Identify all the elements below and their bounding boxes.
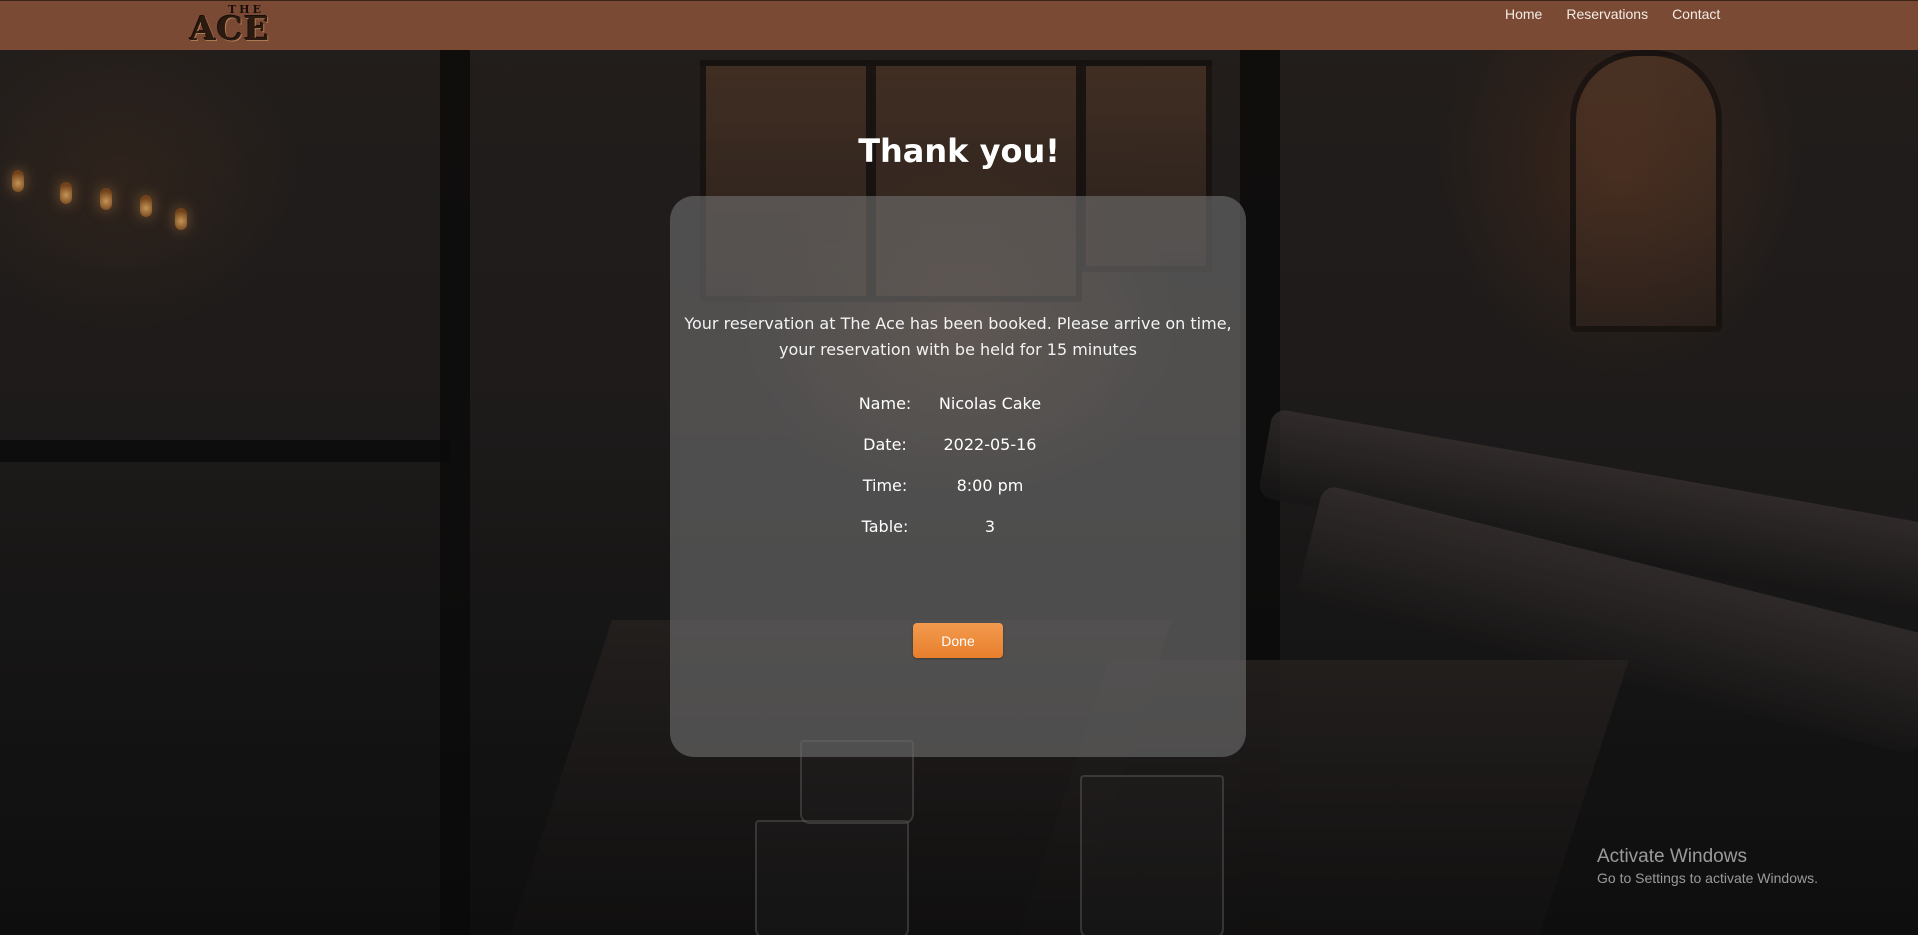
detail-row-date: Date: 2022-05-16 — [845, 435, 1055, 476]
nav-link-reservations[interactable]: Reservations — [1566, 6, 1648, 22]
activate-windows-title: Activate Windows — [1597, 846, 1747, 867]
nav-link-contact[interactable]: Contact — [1672, 6, 1720, 22]
navbar: THE ACE Home Reservations Contact — [0, 0, 1918, 50]
detail-label: Time: — [862, 476, 908, 495]
detail-label: Date: — [863, 435, 907, 454]
the-ace-logo[interactable]: THE ACE — [190, 1, 320, 49]
message-line-2: your reservation with be held for 15 min… — [779, 340, 1137, 359]
detail-row-name: Name: Nicolas Cake — [845, 394, 1055, 435]
detail-value-date: 2022-05-16 — [943, 435, 1037, 454]
detail-value-table: 3 — [984, 517, 996, 536]
page-title: Thank you! — [858, 132, 1060, 170]
reservation-details: Name: Nicolas Cake Date: 2022-05-16 Time… — [845, 394, 1055, 558]
confirmation-card: Your reservation at The Ace has been boo… — [670, 196, 1246, 757]
nav-links: Home Reservations Contact — [1505, 6, 1720, 22]
detail-value-name: Nicolas Cake — [938, 394, 1042, 413]
message-line-1: Your reservation at The Ace has been boo… — [684, 314, 1232, 333]
confirmation-message: Your reservation at The Ace has been boo… — [670, 311, 1246, 363]
done-button[interactable]: Done — [913, 623, 1003, 658]
detail-label: Name: — [858, 394, 912, 413]
detail-row-time: Time: 8:00 pm — [845, 476, 1055, 517]
logo-main-text: ACE — [190, 9, 271, 48]
nav-link-home[interactable]: Home — [1505, 6, 1542, 22]
detail-row-table: Table: 3 — [845, 517, 1055, 558]
activate-windows-watermark: Activate Windows Go to Settings to activ… — [1597, 845, 1818, 887]
detail-label: Table: — [861, 517, 909, 536]
detail-value-time: 8:00 pm — [956, 476, 1024, 495]
activate-windows-subtitle: Go to Settings to activate Windows. — [1597, 870, 1818, 886]
